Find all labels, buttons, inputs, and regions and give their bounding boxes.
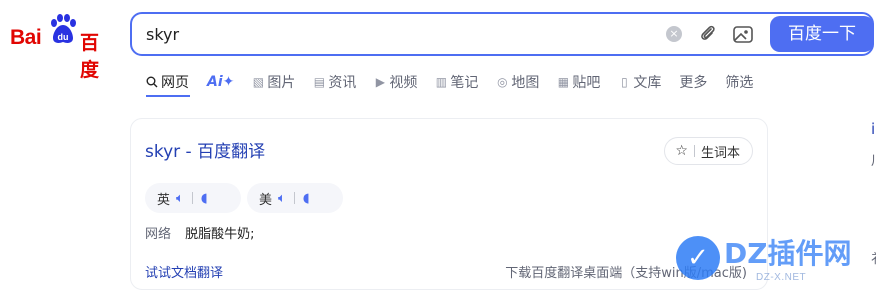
tab-ai[interactable]: Ai✦	[207, 72, 234, 92]
watermark-text: DZ插件网	[724, 237, 852, 270]
note-icon: ▥	[435, 75, 448, 89]
pronunciation-uk: 英 🔈︎ ◖	[145, 183, 241, 213]
definition-value: 脱脂酸牛奶;	[185, 227, 255, 242]
tab-video[interactable]: ▶ 视频	[374, 72, 418, 92]
search-icon	[146, 76, 158, 88]
tieba-icon: ▦	[557, 75, 570, 89]
check-icon: ✓	[676, 236, 720, 280]
tab-images[interactable]: ▧ 图片	[252, 72, 296, 92]
divider	[693, 145, 695, 157]
tab-label: 地图	[511, 75, 540, 91]
tab-map[interactable]: ◎ 地图	[496, 72, 539, 92]
tab-more[interactable]: 更多	[679, 72, 707, 92]
baidu-logo[interactable]: Bai du 百度	[10, 14, 114, 81]
pron-us-label: 美	[259, 192, 273, 208]
image-search-icon[interactable]	[732, 23, 754, 45]
attachment-icon[interactable]	[698, 23, 718, 45]
watermark-subtext: DZ-X.NET	[756, 272, 807, 283]
tab-label: 笔记	[450, 75, 479, 91]
paw-icon: du	[51, 14, 76, 43]
tab-label: 更多	[679, 75, 708, 91]
watermark: ✓ DZ插件网 DZ-X.NET	[676, 232, 866, 292]
active-tab-underline	[146, 95, 190, 97]
search-input[interactable]	[146, 22, 646, 46]
search-button[interactable]: 百度一下	[770, 16, 874, 52]
tab-label: 图片	[267, 75, 296, 91]
document-translate-link[interactable]: 试试文档翻译	[145, 262, 223, 281]
tab-label: 视频	[389, 75, 418, 91]
divider	[191, 192, 193, 204]
definition-row: 网络 脱脂酸牛奶;	[145, 223, 255, 242]
tab-label: Ai✦	[207, 74, 235, 90]
divider	[293, 192, 295, 204]
tab-label: 筛选	[725, 75, 754, 91]
logo-bai-text: Bai	[10, 26, 42, 49]
logo-paw-text: du	[58, 32, 69, 42]
doc-icon: ▯	[621, 75, 628, 89]
right-column-text: 衤	[871, 248, 876, 267]
logo-cn-text: 百度	[80, 32, 100, 81]
definition-label: 网络	[145, 227, 172, 242]
tab-label: 文库	[633, 75, 662, 91]
video-icon: ▶	[375, 75, 385, 89]
tab-tieba[interactable]: ▦ 贴吧	[557, 72, 601, 92]
right-column-text: 川	[871, 150, 876, 169]
pronunciation-us: 美 🔈︎ ◖	[247, 183, 343, 213]
tab-label: 贴吧	[572, 75, 601, 91]
tab-filter[interactable]: 筛选	[725, 72, 753, 92]
right-column-text[interactable]: i	[871, 120, 875, 138]
read-aloud-icon[interactable]: ◖	[303, 191, 310, 206]
search-tabs: 网页 Ai✦ ▧ 图片 ▤ 资讯 ▶ 视频 ▥ 笔记 ◎ 地图 ▦ 贴吧 ▯ 文…	[146, 72, 771, 96]
tab-wenku[interactable]: ▯ 文库	[618, 72, 661, 92]
star-icon: ☆	[675, 143, 688, 159]
image-icon: ▧	[252, 75, 265, 89]
speaker-icon[interactable]: 🔈︎	[278, 191, 286, 206]
read-aloud-icon[interactable]: ◖	[201, 191, 208, 206]
result-title-link[interactable]: skyr - 百度翻译	[145, 137, 265, 162]
tab-notes[interactable]: ▥ 笔记	[435, 72, 479, 92]
vocab-label: 生词本	[700, 145, 740, 161]
pron-uk-label: 英	[157, 192, 171, 208]
clear-search-button[interactable]: ×	[666, 26, 682, 42]
tab-webpage[interactable]: 网页	[146, 72, 189, 92]
map-icon: ◎	[497, 75, 508, 89]
vocab-button[interactable]: ☆ 生词本	[664, 137, 753, 165]
translation-result-card: skyr - 百度翻译 ☆ 生词本 英 🔈︎ ◖ 美 🔈︎ ◖ 网络 脱脂酸牛奶…	[130, 118, 768, 290]
tab-news[interactable]: ▤ 资讯	[313, 72, 357, 92]
tab-label: 网页	[161, 75, 189, 91]
tab-label: 资讯	[328, 75, 357, 91]
news-icon: ▤	[313, 75, 326, 89]
search-box: × 百度一下	[130, 12, 874, 56]
speaker-icon[interactable]: 🔈︎	[176, 191, 184, 206]
